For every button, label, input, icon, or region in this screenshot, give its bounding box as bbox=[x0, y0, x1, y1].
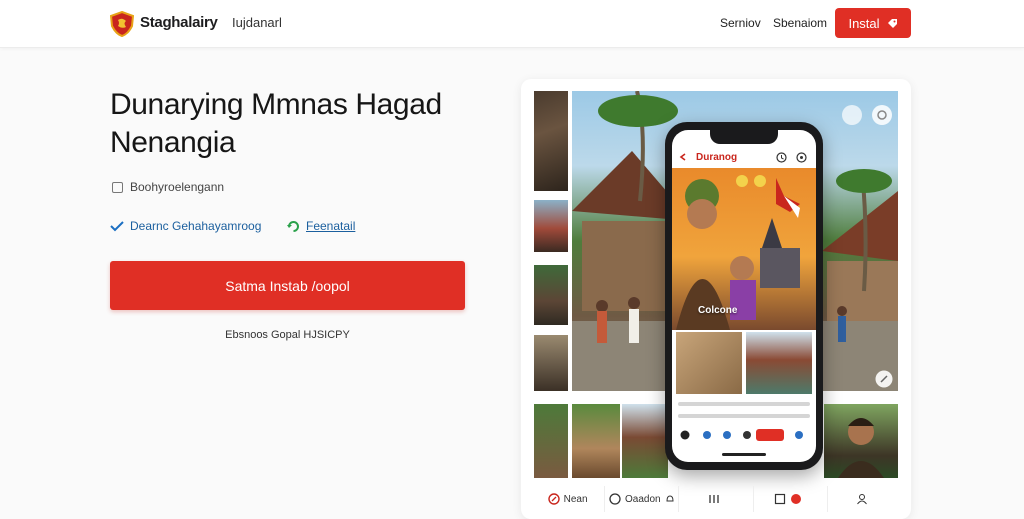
tag-icon bbox=[887, 19, 897, 28]
app-tile-2[interactable] bbox=[746, 332, 812, 394]
checkbox-label: Boohyroelengann bbox=[130, 180, 225, 194]
nav-link-2[interactable]: Sbenaiom bbox=[773, 16, 827, 30]
feature-label-2: Feenatail bbox=[306, 219, 356, 233]
list-row-2[interactable] bbox=[678, 414, 810, 418]
refresh-icon bbox=[287, 220, 299, 232]
bottom-nav-item-2[interactable]: Oaadon bbox=[605, 486, 680, 512]
app-hero-image[interactable] bbox=[672, 168, 816, 330]
bottom-nav-item-4[interactable] bbox=[754, 486, 828, 512]
user-icon bbox=[857, 494, 868, 505]
thumbnail-1[interactable] bbox=[534, 91, 568, 191]
bottom-nav-item-1[interactable]: Nean bbox=[531, 486, 606, 512]
install-button-label: Instal bbox=[848, 15, 880, 31]
bottom-nav-label-1: Nean bbox=[563, 493, 588, 505]
feature-label-1: Dearnc Gehahayamroog bbox=[130, 219, 262, 233]
columns-icon bbox=[709, 495, 719, 503]
bottom-photo-3[interactable] bbox=[622, 404, 668, 478]
back-arrow-icon[interactable] bbox=[678, 152, 688, 162]
thumbnail-2[interactable] bbox=[534, 200, 568, 252]
settings-icon[interactable] bbox=[796, 152, 807, 163]
hero-title: Dunarying Mmnas Hagad Nenangia bbox=[110, 88, 442, 159]
expand-icon[interactable] bbox=[875, 370, 893, 388]
thumbnail-3[interactable] bbox=[534, 265, 568, 325]
brand-subtitle: Iujdanarl bbox=[232, 15, 282, 30]
chat-icon bbox=[609, 493, 621, 505]
hero-portrait-illustration bbox=[676, 175, 800, 330]
portrait-illustration bbox=[838, 418, 884, 478]
phone-screen[interactable]: Duranog Colcone bbox=[672, 130, 816, 462]
phone-mockup: Duranog Colcone bbox=[665, 122, 823, 470]
showcase-bottom-nav: Nean Oaadon bbox=[531, 486, 901, 512]
settings-circle-icon[interactable] bbox=[871, 104, 893, 126]
tab-search-icon[interactable] bbox=[702, 430, 712, 440]
checkmark-icon bbox=[110, 221, 124, 232]
checkbox-row[interactable]: Boohyroelengann bbox=[112, 180, 224, 194]
app-action-button[interactable] bbox=[756, 429, 784, 441]
compass-icon bbox=[547, 493, 560, 505]
top-bar: Staghalairy Iujdanarl Serniov Sbenaiom I… bbox=[0, 0, 1024, 48]
feature-link-1[interactable]: Dearnc Gehahayamroog bbox=[110, 219, 261, 233]
feature-link-2[interactable]: Feenatail bbox=[287, 219, 355, 233]
bottom-nav-item-5[interactable] bbox=[828, 486, 901, 512]
brand-name[interactable]: Staghalairy bbox=[140, 14, 218, 31]
footnote-text: Ebsnoos Gopal HJSICPY bbox=[225, 329, 350, 341]
window-icon bbox=[775, 493, 786, 505]
phone-notch bbox=[710, 130, 778, 144]
nav-link-1[interactable]: Serniov bbox=[720, 16, 761, 30]
tab-media-icon[interactable] bbox=[742, 430, 752, 440]
tab-profile-icon[interactable] bbox=[794, 430, 804, 440]
bottom-nav-item-3[interactable] bbox=[679, 486, 754, 512]
clock-icon[interactable] bbox=[776, 152, 787, 163]
shield-logo-icon[interactable] bbox=[110, 11, 134, 37]
app-tile-1[interactable] bbox=[676, 332, 742, 394]
bottom-photo-1[interactable] bbox=[534, 404, 568, 478]
checkbox[interactable] bbox=[112, 181, 123, 193]
app-hero-caption: Colcone bbox=[698, 305, 738, 316]
thumbnail-4[interactable] bbox=[534, 335, 568, 391]
bottom-photo-2[interactable] bbox=[572, 404, 620, 478]
bell-icon bbox=[666, 495, 674, 502]
home-indicator bbox=[722, 453, 766, 456]
list-row-1[interactable] bbox=[678, 402, 810, 406]
tab-home-icon[interactable] bbox=[680, 430, 690, 440]
install-button[interactable]: Instal bbox=[835, 8, 911, 38]
bottom-photo-4[interactable] bbox=[824, 404, 898, 478]
flag-icon bbox=[791, 494, 802, 504]
primary-install-button[interactable]: Satma Instab /oopol bbox=[110, 261, 465, 310]
tab-explore-icon[interactable] bbox=[722, 430, 732, 440]
bottom-nav-label-2: Oaadon bbox=[625, 493, 661, 505]
app-title: Duranog bbox=[696, 152, 738, 163]
circle-control-icon[interactable] bbox=[841, 104, 863, 126]
